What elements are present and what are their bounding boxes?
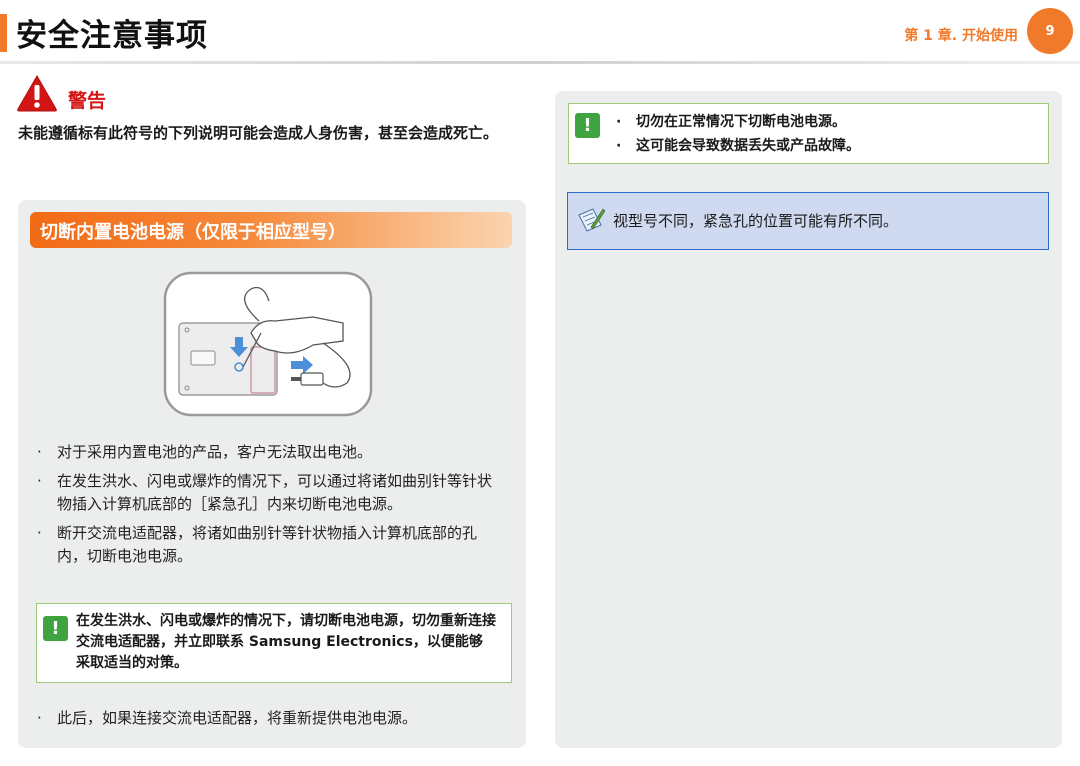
list-item: · 此后，如果连接交流电适配器，将重新提供电池电源。 [36, 707, 506, 730]
bullet-dot: · [37, 709, 42, 727]
bullet-dot: · [37, 524, 42, 542]
chapter-label[interactable]: 第 1 章. 开始使用 [904, 25, 1018, 45]
warning-triangle-icon [17, 74, 57, 112]
list-item: · 切勿在正常情况下切断电池电源。 [614, 110, 860, 134]
caution-note-text: 在发生洪水、闪电或爆炸的情况下，请切断电池电源，切勿重新连接交流电适配器，并立即… [76, 613, 496, 671]
bullet-dot: · [37, 472, 42, 490]
warning-description: 未能遵循标有此符号的下列说明可能会造成人身伤害，甚至会造成死亡。 [18, 124, 499, 142]
header-accent-bar [0, 14, 7, 52]
page-number-badge: 9 [1027, 8, 1073, 54]
list-item: · 断开交流电适配器，将诸如曲别针等针状物插入计算机底部的孔内，切断电池电源。 [37, 524, 478, 565]
caution-exclamation-icon: ! [575, 113, 600, 138]
bullet-dot: · [37, 443, 42, 461]
section-bullet-list: · 对于采用内置电池的产品，客户无法取出电池。 · 在发生洪水、闪电或爆炸的情况下，… [36, 441, 506, 574]
warning-title: 警告 [68, 90, 107, 112]
caution-list: · 切勿在正常情况下切断电池电源。 · 这可能会导致数据丢失或产品故障。 [614, 110, 860, 158]
bullet-dot: · [616, 114, 622, 130]
page-title: 安全注意事项 [16, 18, 208, 54]
laptop-emergency-hole-illustration [163, 271, 373, 417]
list-item: · 在发生洪水、闪电或爆炸的情况下，可以通过将诸如曲别针等针状物插入计算机底部的［… [37, 472, 493, 513]
info-note-text: 视型号不同，紧急孔的位置可能有所不同。 [613, 212, 899, 230]
right-content-panel [555, 91, 1062, 748]
caution-exclamation-icon: ! [43, 616, 68, 641]
last-bullet-text: 此后，如果连接交流电适配器，将重新提供电池电源。 [57, 709, 418, 727]
memo-pencil-icon [578, 208, 605, 232]
section-title: 切断内置电池电源（仅限于相应型号） [40, 222, 346, 243]
list-item: · 对于采用内置电池的产品，客户无法取出电池。 [36, 441, 506, 464]
list-item: · 这可能会导致数据丢失或产品故障。 [614, 134, 860, 158]
header-divider [0, 61, 1080, 64]
bullet-dot: · [616, 138, 622, 154]
